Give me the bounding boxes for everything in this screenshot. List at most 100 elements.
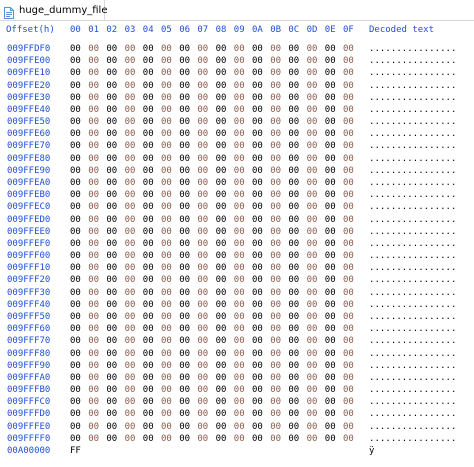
byte-cell[interactable]: 00	[288, 300, 299, 311]
byte-cell[interactable]: 00	[161, 166, 172, 177]
byte-cell[interactable]: 00	[270, 288, 281, 299]
byte-cell[interactable]: 00	[179, 385, 190, 396]
byte-cell[interactable]: 00	[234, 251, 245, 262]
tab-huge-dummy-file[interactable]: huge_dummy_file	[0, 0, 108, 20]
byte-cell[interactable]: 00	[125, 129, 136, 140]
byte-cell[interactable]: 00	[143, 312, 154, 323]
byte-cell[interactable]: 00	[106, 434, 117, 445]
byte-cell[interactable]: 00	[88, 141, 99, 152]
decoded-text-cell[interactable]: ................	[369, 409, 457, 420]
byte-cell[interactable]: 00	[343, 178, 354, 189]
byte-cell[interactable]: 00	[106, 385, 117, 396]
byte-cell[interactable]: 00	[197, 397, 208, 408]
byte-cell[interactable]: 00	[197, 202, 208, 213]
byte-cell[interactable]: 00	[70, 81, 81, 92]
byte-cell[interactable]: 00	[216, 166, 227, 177]
byte-cell[interactable]: 00	[325, 434, 336, 445]
byte-cell[interactable]: 00	[325, 93, 336, 104]
byte-cell[interactable]: 00	[288, 44, 299, 55]
byte-cell[interactable]: 00	[325, 68, 336, 79]
byte-cell[interactable]: 00	[88, 166, 99, 177]
byte-cell[interactable]: 00	[70, 324, 81, 335]
byte-cell[interactable]: 00	[288, 68, 299, 79]
byte-cell[interactable]: 00	[143, 215, 154, 226]
byte-cell[interactable]: 00	[252, 275, 263, 286]
byte-cell[interactable]: 00	[288, 227, 299, 238]
decoded-text-cell[interactable]: ................	[369, 385, 457, 396]
byte-cell[interactable]: 00	[143, 105, 154, 116]
decoded-text-cell[interactable]: ................	[369, 397, 457, 408]
byte-cell[interactable]: 00	[252, 385, 263, 396]
byte-cell[interactable]: 00	[106, 68, 117, 79]
byte-cell[interactable]: 00	[288, 239, 299, 250]
byte-cell[interactable]: 00	[325, 227, 336, 238]
byte-cell[interactable]: 00	[252, 336, 263, 347]
byte-cell[interactable]: 00	[143, 251, 154, 262]
byte-cell[interactable]: 00	[252, 288, 263, 299]
byte-cell[interactable]: 00	[252, 349, 263, 360]
byte-cell[interactable]: 00	[106, 300, 117, 311]
byte-cell[interactable]: 00	[70, 117, 81, 128]
byte-cell[interactable]: 00	[88, 105, 99, 116]
byte-cell[interactable]: 00	[197, 81, 208, 92]
byte-cell[interactable]: 00	[343, 129, 354, 140]
decoded-text-cell[interactable]: ................	[369, 361, 457, 372]
byte-cell[interactable]: 00	[252, 93, 263, 104]
byte-cell[interactable]: 00	[307, 190, 318, 201]
byte-cell[interactable]: 00	[234, 349, 245, 360]
byte-cell[interactable]: 00	[88, 202, 99, 213]
byte-cell[interactable]: 00	[161, 373, 172, 384]
byte-cell[interactable]: 00	[106, 324, 117, 335]
byte-cell[interactable]: 00	[143, 397, 154, 408]
byte-cell[interactable]: 00	[270, 385, 281, 396]
byte-cell[interactable]: 00	[216, 336, 227, 347]
byte-cell[interactable]: 00	[252, 154, 263, 165]
byte-cell[interactable]: 00	[70, 68, 81, 79]
byte-cell[interactable]: 00	[270, 300, 281, 311]
byte-cell[interactable]: 00	[179, 361, 190, 372]
byte-cell[interactable]: 00	[234, 361, 245, 372]
byte-cell[interactable]: 00	[307, 263, 318, 274]
byte-cell[interactable]: 00	[325, 397, 336, 408]
byte-cell[interactable]: 00	[88, 251, 99, 262]
byte-cell[interactable]: 00	[252, 239, 263, 250]
byte-cell[interactable]: 00	[252, 202, 263, 213]
byte-cell[interactable]: 00	[143, 227, 154, 238]
byte-cell[interactable]: 00	[234, 178, 245, 189]
byte-cell[interactable]: 00	[88, 81, 99, 92]
byte-cell[interactable]: 00	[252, 422, 263, 433]
byte-cell[interactable]: 00	[270, 81, 281, 92]
byte-cell[interactable]: 00	[343, 81, 354, 92]
byte-cell[interactable]: 00	[125, 141, 136, 152]
byte-cell[interactable]: 00	[252, 397, 263, 408]
byte-cell[interactable]: 00	[161, 385, 172, 396]
byte-cell[interactable]: 00	[106, 336, 117, 347]
byte-cell[interactable]: 00	[325, 166, 336, 177]
byte-cell[interactable]: 00	[343, 275, 354, 286]
byte-cell[interactable]: 00	[70, 263, 81, 274]
byte-cell[interactable]: 00	[234, 202, 245, 213]
byte-cell[interactable]: 00	[270, 68, 281, 79]
byte-cell[interactable]: 00	[161, 81, 172, 92]
byte-cell[interactable]: 00	[125, 166, 136, 177]
decoded-text-cell[interactable]: ................	[369, 288, 457, 299]
byte-cell[interactable]: 00	[325, 288, 336, 299]
byte-cell[interactable]: 00	[270, 336, 281, 347]
byte-cell[interactable]: 00	[179, 336, 190, 347]
byte-cell[interactable]: 00	[125, 190, 136, 201]
byte-cell[interactable]: 00	[325, 275, 336, 286]
byte-cell[interactable]: 00	[197, 251, 208, 262]
byte-cell[interactable]: 00	[179, 288, 190, 299]
byte-cell[interactable]: 00	[270, 44, 281, 55]
byte-cell[interactable]: 00	[70, 300, 81, 311]
byte-cell[interactable]: 00	[125, 93, 136, 104]
byte-cell[interactable]: 00	[143, 141, 154, 152]
byte-cell[interactable]: 00	[88, 422, 99, 433]
byte-cell[interactable]: 00	[197, 434, 208, 445]
byte-cell[interactable]: 00	[106, 215, 117, 226]
byte-cell[interactable]: 00	[70, 288, 81, 299]
byte-cell[interactable]: 00	[252, 251, 263, 262]
byte-cell[interactable]: 00	[216, 239, 227, 250]
byte-cell[interactable]: 00	[161, 178, 172, 189]
decoded-text-cell[interactable]: ................	[369, 44, 457, 55]
